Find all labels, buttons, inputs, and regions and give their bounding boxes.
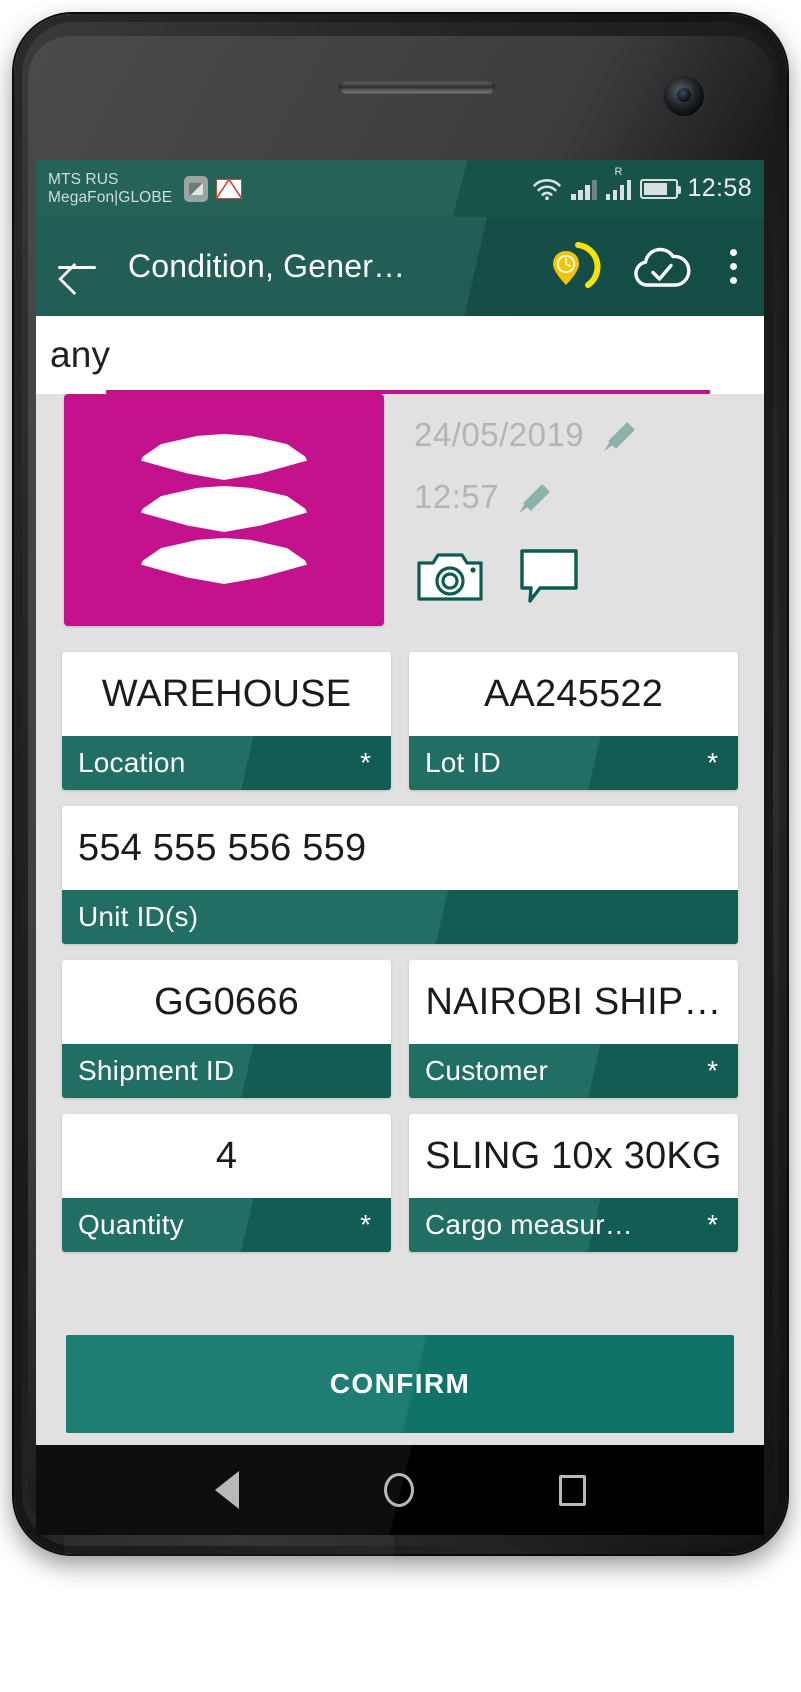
field-label: Cargo measur… * bbox=[409, 1198, 738, 1252]
field-label: Customer * bbox=[409, 1044, 738, 1098]
field-label: Quantity * bbox=[62, 1198, 391, 1252]
app-bar-actions bbox=[548, 241, 748, 293]
confirm-button[interactable]: CONFIRM bbox=[66, 1335, 734, 1433]
status-right-icons: R 12:58 bbox=[532, 166, 752, 203]
app-bar: Condition, Gener… bbox=[36, 217, 764, 316]
front-camera bbox=[664, 76, 704, 116]
field-cargo-measure[interactable]: SLING 10x 30KG Cargo measur… * bbox=[409, 1114, 738, 1252]
search-field[interactable]: any bbox=[36, 316, 764, 394]
field-location[interactable]: WAREHOUSE Location * bbox=[62, 652, 391, 790]
field-unit-ids[interactable]: 554 555 556 559 Unit ID(s) bbox=[62, 806, 738, 944]
field-value[interactable]: 4 bbox=[62, 1114, 391, 1198]
battery-icon bbox=[640, 178, 682, 199]
confirm-button-label: CONFIRM bbox=[329, 1368, 471, 1399]
required-marker: * bbox=[360, 1209, 371, 1240]
android-nav-bar bbox=[36, 1445, 764, 1535]
field-value[interactable]: 554 555 556 559 bbox=[62, 806, 738, 890]
record-actions bbox=[414, 546, 764, 606]
form-body: 24/05/2019 12:57 WAREHOUSE Location * AA… bbox=[36, 394, 764, 1252]
status-clock: 12:58 bbox=[687, 174, 752, 202]
required-marker: * bbox=[707, 1209, 718, 1240]
record-date: 24/05/2019 bbox=[414, 416, 585, 453]
field-value[interactable]: SLING 10x 30KG bbox=[409, 1114, 738, 1198]
signal-icon bbox=[571, 178, 597, 200]
logo-layer-3 bbox=[141, 538, 307, 584]
record-header: 24/05/2019 12:57 bbox=[36, 394, 764, 634]
overflow-menu-icon[interactable] bbox=[718, 245, 748, 288]
carrier-text: MTS RUS MegaFon|GLOBE bbox=[48, 171, 172, 207]
field-value[interactable]: WAREHOUSE bbox=[62, 652, 391, 736]
record-time: 12:57 bbox=[414, 478, 500, 515]
nav-back-icon[interactable] bbox=[214, 1471, 239, 1509]
field-customer[interactable]: NAIROBI SHIP… Customer * bbox=[409, 960, 738, 1098]
field-shipment-id[interactable]: GG0666 Shipment ID bbox=[62, 960, 391, 1098]
field-label-text: Lot ID bbox=[425, 747, 501, 778]
confirm-bar: CONFIRM bbox=[36, 1335, 764, 1433]
page-title: Condition, Gener… bbox=[128, 248, 406, 284]
status-bar: MTS RUS MegaFon|GLOBE R 12:58 bbox=[36, 160, 764, 217]
logo-layer-2 bbox=[141, 486, 307, 532]
field-label-text: Customer bbox=[425, 1055, 548, 1086]
pencil-icon[interactable] bbox=[517, 480, 551, 514]
signal-roaming-icon: R bbox=[605, 166, 632, 200]
field-lot-id[interactable]: AA245522 Lot ID * bbox=[409, 652, 738, 790]
field-grid: WAREHOUSE Location * AA245522 Lot ID * 5… bbox=[36, 634, 764, 1252]
search-input-value[interactable]: any bbox=[50, 334, 110, 376]
record-meta: 24/05/2019 12:57 bbox=[384, 394, 764, 634]
roaming-indicator: R bbox=[614, 165, 623, 178]
field-row: WAREHOUSE Location * AA245522 Lot ID * bbox=[62, 652, 738, 790]
comment-icon[interactable] bbox=[518, 546, 582, 606]
wifi-icon bbox=[533, 178, 562, 200]
field-value[interactable]: NAIROBI SHIP… bbox=[409, 960, 738, 1044]
required-marker: * bbox=[707, 1055, 718, 1086]
required-marker: * bbox=[707, 747, 718, 778]
camera-icon[interactable] bbox=[416, 549, 484, 603]
back-button[interactable] bbox=[54, 247, 100, 287]
field-label: Unit ID(s) bbox=[62, 890, 738, 944]
field-label: Shipment ID bbox=[62, 1044, 391, 1098]
field-quantity[interactable]: 4 Quantity * bbox=[62, 1114, 391, 1252]
field-row: 4 Quantity * SLING 10x 30KG Cargo measur… bbox=[62, 1114, 738, 1252]
cloud-check-icon[interactable] bbox=[630, 243, 692, 291]
gmail-icon bbox=[216, 178, 243, 199]
nav-recents-icon[interactable] bbox=[558, 1474, 586, 1506]
field-label-text: Cargo measur… bbox=[425, 1209, 634, 1240]
field-value[interactable]: AA245522 bbox=[409, 652, 738, 736]
field-label: Lot ID * bbox=[409, 736, 738, 790]
stacked-cargo-logo bbox=[64, 394, 384, 626]
phone-screen: MTS RUS MegaFon|GLOBE R 12:58 Condition,… bbox=[36, 160, 764, 1445]
gps-clock-pin-icon[interactable] bbox=[548, 241, 604, 293]
field-label: Location * bbox=[62, 736, 391, 790]
carrier-line-1: MTS RUS bbox=[48, 170, 119, 188]
field-label-text: Quantity bbox=[78, 1209, 184, 1240]
nav-home-icon[interactable] bbox=[383, 1473, 414, 1507]
required-marker: * bbox=[360, 747, 371, 778]
field-row: 554 555 556 559 Unit ID(s) bbox=[62, 806, 738, 944]
screenshot-image-icon bbox=[184, 175, 209, 202]
logo-layer-1 bbox=[141, 434, 307, 480]
date-row: 24/05/2019 bbox=[414, 404, 764, 466]
field-label-text: Shipment ID bbox=[78, 1055, 235, 1086]
carrier-line-2: MegaFon|GLOBE bbox=[48, 188, 173, 206]
field-label-text: Location bbox=[78, 747, 186, 778]
earpiece-speaker bbox=[339, 81, 495, 94]
field-value[interactable]: GG0666 bbox=[62, 960, 391, 1044]
field-label-text: Unit ID(s) bbox=[78, 901, 199, 932]
pencil-icon[interactable] bbox=[602, 418, 636, 452]
time-row: 12:57 bbox=[414, 466, 764, 528]
field-row: GG0666 Shipment ID NAIROBI SHIP… Custome… bbox=[62, 960, 738, 1098]
